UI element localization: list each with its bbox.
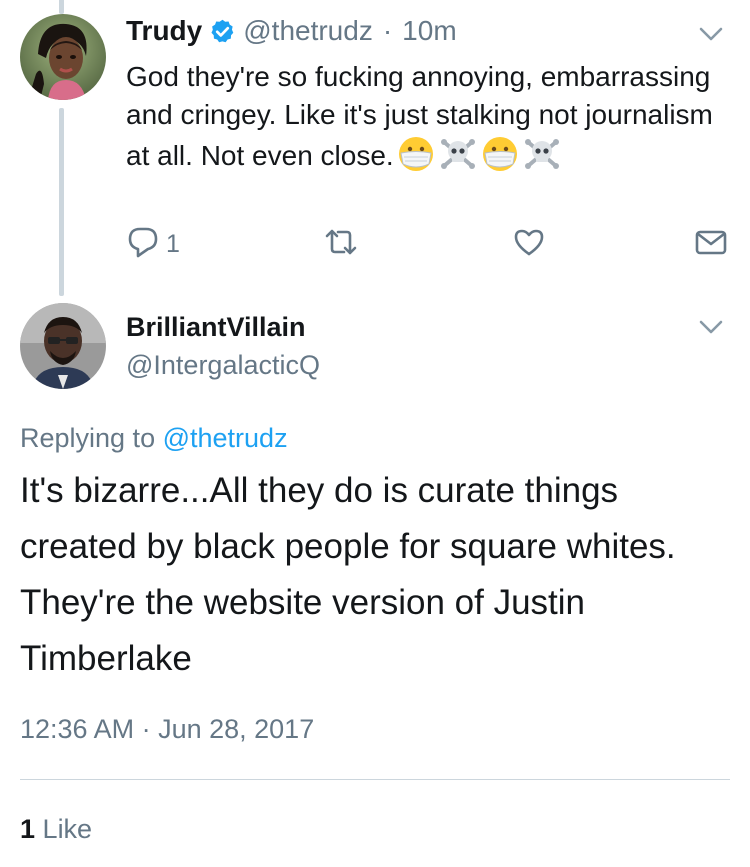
tweet-thread: Trudy @thetrudz · 10m God they're so fuc… <box>0 0 750 867</box>
tweet-timestamp[interactable]: 12:36 AM · Jun 28, 2017 <box>20 714 314 745</box>
thread-line <box>59 108 64 296</box>
tweet1-text: God they're so fucking annoying, embarra… <box>126 58 726 184</box>
reply-icon <box>126 225 160 264</box>
retweet-icon <box>324 225 358 264</box>
direct-message-button[interactable] <box>694 226 728 262</box>
envelope-icon <box>694 225 728 264</box>
reply-button[interactable]: 1 <box>126 226 180 262</box>
avatar-trudy[interactable] <box>20 14 106 100</box>
face-with-medical-mask-icon <box>396 134 436 184</box>
tweet-text: It's bizarre...All they do is curate thi… <box>20 471 676 678</box>
like-button[interactable] <box>512 226 546 262</box>
verified-badge-icon <box>209 18 236 45</box>
chevron-down-icon[interactable] <box>697 20 725 48</box>
skull-and-crossbones-icon <box>438 134 478 184</box>
face-with-medical-mask-icon <box>480 134 520 184</box>
emoji-row <box>396 134 562 184</box>
divider <box>20 779 730 780</box>
thread-line-top <box>59 0 64 14</box>
replying-to-label: Replying to <box>20 423 156 453</box>
reply-count: 1 <box>166 229 180 258</box>
handle[interactable]: @thetrudz <box>243 15 373 47</box>
display-name[interactable]: Trudy <box>126 15 202 47</box>
like-count: 1 <box>20 814 36 844</box>
chevron-down-icon[interactable] <box>697 313 725 341</box>
tweet-actions: 1 <box>126 226 730 266</box>
like-stats[interactable]: 1 Like <box>20 814 92 845</box>
tweet-time[interactable]: 10m <box>402 15 456 47</box>
separator-dot: · <box>382 15 393 46</box>
handle[interactable]: @IntergalacticQ <box>126 350 320 381</box>
replying-to: Replying to @thetrudz <box>20 423 288 454</box>
skull-and-crossbones-icon <box>522 134 562 184</box>
retweet-button[interactable] <box>324 226 358 262</box>
like-label: Like <box>42 814 93 844</box>
tweet1-header: Trudy @thetrudz · 10m <box>126 11 457 51</box>
replying-to-mention[interactable]: @thetrudz <box>163 423 288 453</box>
heart-icon <box>512 225 546 264</box>
avatar-brilliantvillain[interactable] <box>20 303 106 389</box>
display-name[interactable]: BrilliantVillain <box>126 312 306 343</box>
